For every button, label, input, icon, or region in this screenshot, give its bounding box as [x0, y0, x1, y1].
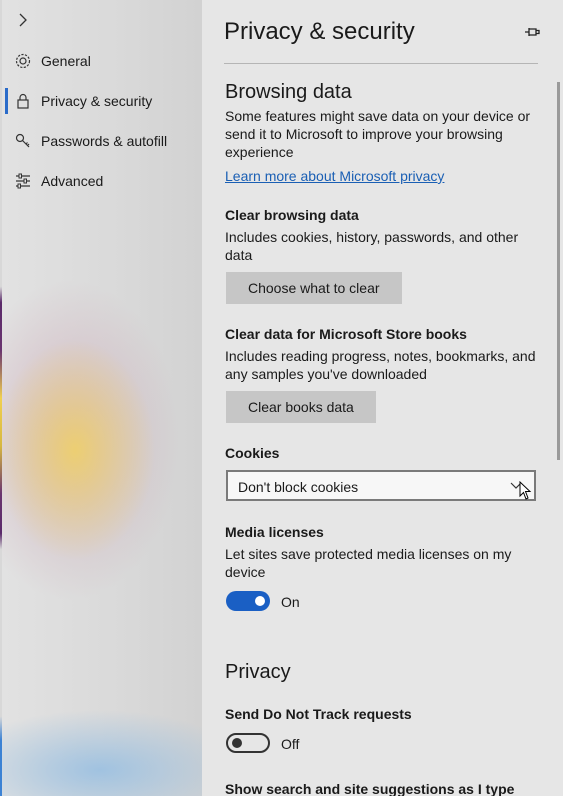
section-heading-browsing-data: Browsing data	[225, 81, 352, 103]
clear-books-heading: Clear data for Microsoft Store books	[225, 326, 467, 342]
sidebar-item-label: General	[41, 53, 91, 69]
gear-icon	[13, 51, 33, 71]
title-divider	[224, 63, 538, 64]
toggle-knob	[255, 596, 265, 606]
clear-books-data-button[interactable]: Clear books data	[226, 391, 376, 423]
sidebar-item-label: Privacy & security	[41, 93, 153, 109]
media-licenses-toggle-label: On	[281, 594, 300, 610]
media-licenses-description: Let sites save protected media licenses …	[225, 546, 512, 580]
key-icon	[13, 131, 33, 151]
cookies-selected-value: Don't block cookies	[238, 479, 359, 495]
scrollbar[interactable]	[557, 82, 560, 460]
clear-books-description: Includes reading progress, notes, bookma…	[225, 348, 536, 382]
sidebar-item-general[interactable]: General	[0, 41, 202, 81]
choose-what-to-clear-button[interactable]: Choose what to clear	[226, 272, 402, 304]
privacy-link[interactable]: Learn more about Microsoft privacy	[225, 168, 444, 184]
chevron-right-icon[interactable]	[14, 10, 34, 30]
sidebar-item-label: Advanced	[41, 173, 104, 189]
sidebar: General Privacy & security Passwords & a…	[0, 0, 202, 796]
media-licenses-toggle[interactable]	[226, 591, 270, 611]
cookies-heading: Cookies	[225, 445, 280, 461]
clear-browsing-data-heading: Clear browsing data	[225, 207, 359, 223]
settings-panel: Privacy & security Browsing data Some fe…	[202, 0, 563, 796]
page-title: Privacy & security	[224, 18, 415, 45]
do-not-track-heading: Send Do Not Track requests	[225, 706, 412, 722]
sidebar-item-passwords-autofill[interactable]: Passwords & autofill	[0, 121, 202, 161]
media-licenses-heading: Media licenses	[225, 524, 324, 540]
pin-icon[interactable]	[524, 24, 540, 40]
do-not-track-toggle-label: Off	[281, 736, 300, 752]
sidebar-item-label: Passwords & autofill	[41, 133, 168, 149]
sidebar-item-advanced[interactable]: Advanced	[0, 161, 202, 201]
sliders-icon	[13, 171, 33, 191]
browsing-data-description: Some features might save data on your de…	[225, 108, 531, 160]
lock-icon	[13, 91, 33, 111]
sidebar-item-privacy-security[interactable]: Privacy & security	[0, 81, 202, 121]
section-heading-privacy: Privacy	[225, 661, 291, 683]
do-not-track-toggle[interactable]	[226, 733, 270, 753]
search-suggestions-heading: Show search and site suggestions as I ty…	[225, 781, 515, 796]
toggle-knob	[232, 738, 242, 748]
cookies-dropdown[interactable]: Don't block cookies	[226, 470, 536, 501]
clear-browsing-data-description: Includes cookies, history, passwords, an…	[225, 229, 519, 263]
mouse-cursor-icon	[519, 480, 533, 501]
